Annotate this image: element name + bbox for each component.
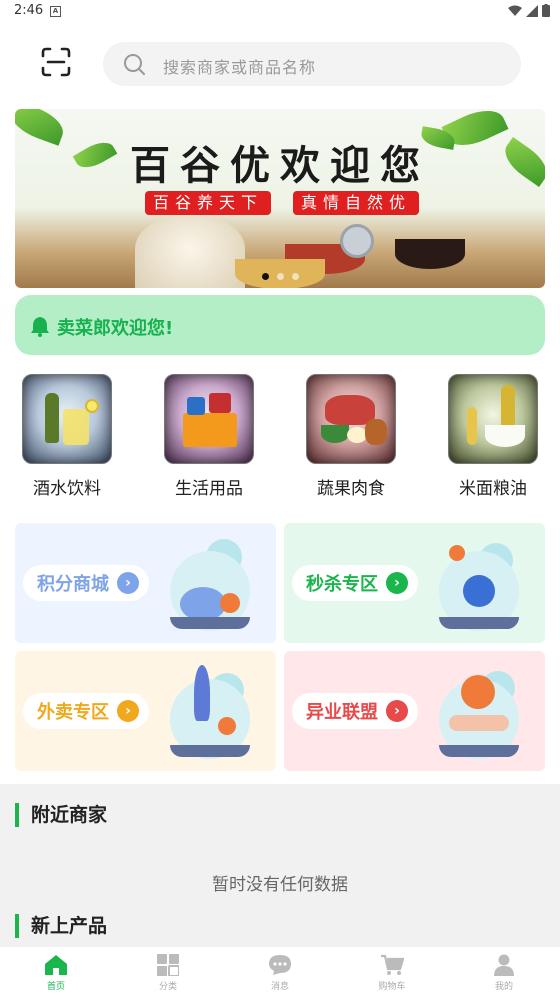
spoon-image <box>340 224 374 258</box>
tab-messages[interactable]: 消息 <box>224 947 336 995</box>
scan-button[interactable] <box>40 46 72 78</box>
new-products-title: 新上产品 <box>15 914 107 938</box>
piggy-bank-icon <box>166 537 256 631</box>
daily-goods-icon <box>164 374 254 464</box>
category-drinks[interactable]: 酒水饮料 <box>7 374 127 499</box>
category-grid: 酒水饮料 生活用品 蔬果肉食 米面粮油 <box>0 374 560 504</box>
promo-banner[interactable]: 百谷优欢迎您 百谷养天下 真情自然优 <box>15 109 545 288</box>
banner-pagination <box>15 273 545 280</box>
battery-icon <box>542 4 550 17</box>
stopwatch-icon <box>435 537 525 631</box>
card-pill: 异业联盟 › <box>292 693 418 729</box>
banner-dot[interactable] <box>261 273 269 280</box>
status-time: 2:46 <box>14 3 44 18</box>
chevron-right-icon: › <box>117 572 139 594</box>
chevron-right-icon: › <box>386 700 408 722</box>
tab-home[interactable]: 首页 <box>0 947 112 995</box>
status-bar: 2:46 A <box>0 0 560 24</box>
user-icon <box>494 954 514 976</box>
banner-tag-left: 百谷养天下 <box>145 191 272 215</box>
notice-bar[interactable]: 卖菜郎欢迎您! <box>15 295 545 355</box>
category-label: 蔬果肉食 <box>317 479 385 499</box>
banner-title: 百谷优欢迎您 <box>130 142 430 189</box>
banner-dot[interactable] <box>276 273 284 280</box>
tab-label: 消息 <box>270 982 289 992</box>
card-title: 积分商城 <box>37 574 109 595</box>
card-title: 秒杀专区 <box>306 574 378 595</box>
banner-tag-right: 真情自然优 <box>293 191 420 215</box>
card-takeaway[interactable]: 外卖专区 › <box>15 651 276 771</box>
card-flash-sale[interactable]: 秒杀专区 › <box>284 523 545 643</box>
category-label: 生活用品 <box>175 479 243 499</box>
notification-a-icon: A <box>50 6 61 17</box>
chevron-right-icon: › <box>117 700 139 722</box>
card-alliance[interactable]: 异业联盟 › <box>284 651 545 771</box>
search-icon <box>124 54 145 75</box>
search-bar[interactable]: 搜索商家或商品名称 <box>103 42 521 86</box>
empty-state-text: 暂时没有任何数据 <box>212 875 348 895</box>
drinks-icon <box>22 374 112 464</box>
card-title: 外卖专区 <box>37 702 109 723</box>
notice-text: 卖菜郎欢迎您! <box>57 318 174 339</box>
tab-label: 分类 <box>158 982 177 992</box>
card-pill: 外卖专区 › <box>23 693 149 729</box>
tab-label: 首页 <box>46 982 65 992</box>
top-bar: 搜索商家或商品名称 <box>0 24 560 104</box>
card-title: 异业联盟 <box>306 702 378 723</box>
tab-label: 我的 <box>494 982 513 992</box>
category-daily-goods[interactable]: 生活用品 <box>149 374 269 499</box>
tab-label: 购物车 <box>378 982 406 992</box>
nearby-merchants-title: 附近商家 <box>15 803 107 827</box>
status-icons <box>508 4 550 17</box>
tab-cart[interactable]: 购物车 <box>336 947 448 995</box>
meat-produce-icon <box>306 374 396 464</box>
category-label: 酒水饮料 <box>33 479 101 499</box>
home-icon <box>45 955 67 975</box>
category-meat-produce[interactable]: 蔬果肉食 <box>291 374 411 499</box>
chevron-right-icon: › <box>386 572 408 594</box>
bean-bowl-image <box>395 239 465 269</box>
scan-icon <box>41 47 71 77</box>
card-pill: 秒杀专区 › <box>292 565 418 601</box>
category-label: 米面粮油 <box>459 479 527 499</box>
card-points-mall[interactable]: 积分商城 › <box>15 523 276 643</box>
signal-icon <box>526 4 538 17</box>
tab-profile[interactable]: 我的 <box>448 947 560 995</box>
card-pill: 积分商城 › <box>23 565 149 601</box>
promo-cards: 积分商城 › 秒杀专区 › 外卖专区 › 异业联盟 › <box>15 523 545 771</box>
handshake-icon <box>435 665 525 759</box>
search-placeholder: 搜索商家或商品名称 <box>163 58 317 77</box>
wifi-icon <box>508 5 522 16</box>
tab-category[interactable]: 分类 <box>112 947 224 995</box>
grid-icon <box>157 954 179 976</box>
grain-oil-icon <box>448 374 538 464</box>
bell-icon <box>31 317 49 337</box>
rocket-icon <box>166 665 256 759</box>
chat-icon <box>269 955 291 975</box>
cart-icon <box>381 954 404 975</box>
banner-dot[interactable] <box>291 273 299 280</box>
bottom-tab-bar: 首页 分类 消息 购物车 我的 <box>0 947 560 995</box>
category-grain-oil[interactable]: 米面粮油 <box>433 374 553 499</box>
